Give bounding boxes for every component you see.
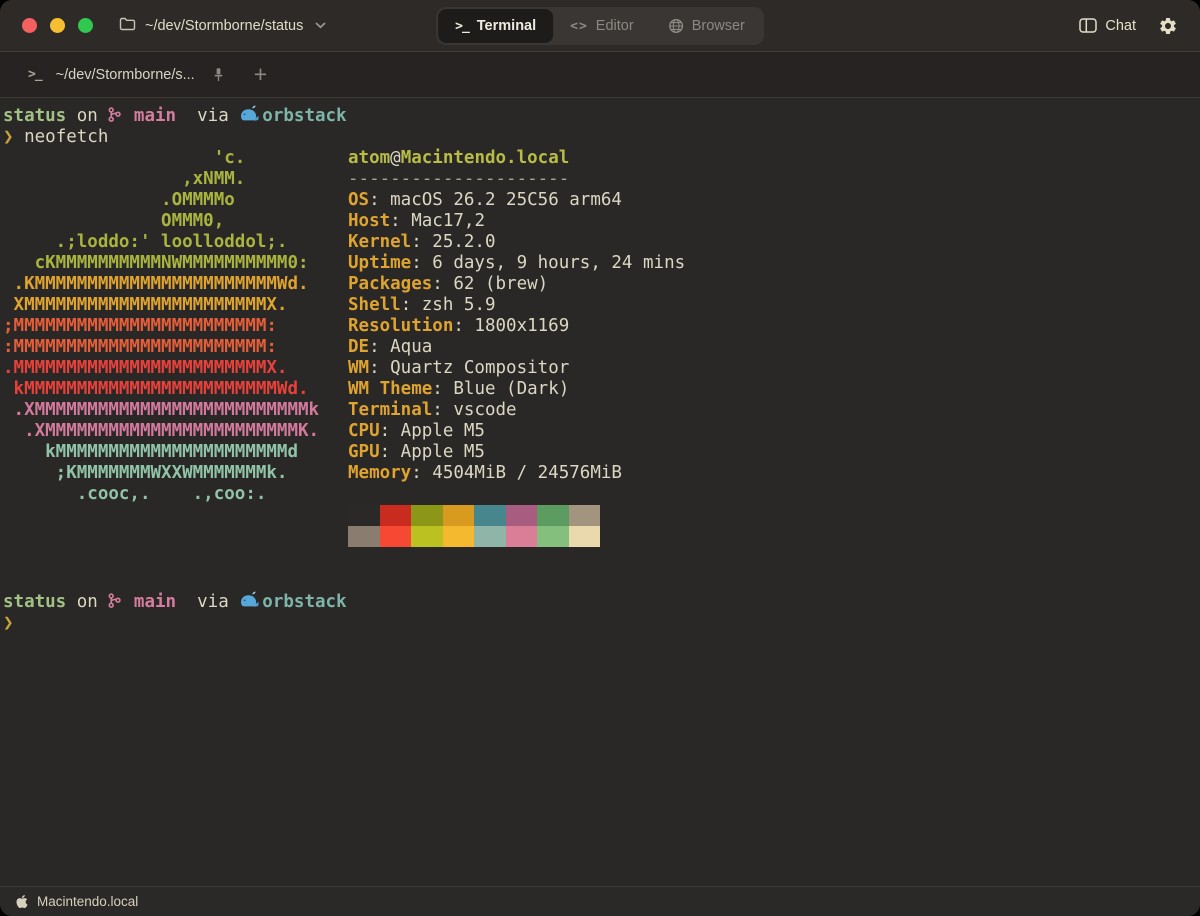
tab-browser-label: Browser	[692, 18, 745, 34]
new-tab-button[interactable]: +	[254, 63, 267, 86]
settings-button[interactable]	[1158, 16, 1178, 36]
globe-icon	[668, 18, 684, 34]
code-brackets-icon: <>	[570, 19, 588, 34]
view-switcher: >_ Terminal <> Editor Browser	[436, 7, 764, 45]
chat-button[interactable]: Chat	[1079, 18, 1136, 34]
tab-terminal-label: Terminal	[477, 18, 536, 34]
titlebar-actions: Chat	[1079, 16, 1200, 36]
side-panel-icon	[1079, 18, 1097, 33]
terminal-tab-title[interactable]: ~/dev/Stormborne/s...	[56, 67, 195, 83]
gear-icon	[1158, 16, 1178, 36]
statusbar-hostname: Macintendo.local	[37, 894, 138, 909]
terminal-content[interactable]: status on main via orbstack ❯ neofetch '…	[0, 98, 1200, 886]
window-controls	[0, 18, 93, 33]
tab-terminal[interactable]: >_ Terminal	[438, 9, 553, 43]
tab-browser[interactable]: Browser	[651, 9, 762, 43]
tab-editor[interactable]: <> Editor	[553, 9, 651, 43]
chat-button-label: Chat	[1105, 18, 1136, 34]
terminal-prompt-icon: >_	[28, 67, 42, 82]
close-button[interactable]	[22, 18, 37, 33]
pin-icon[interactable]	[213, 67, 224, 83]
apple-icon	[16, 894, 28, 909]
neofetch-ascii: 'c. ,xNMM. .OMMMMo OMMM0, .;loddo:' lool…	[3, 148, 348, 547]
terminal-window: ~/dev/Stormborne/status >_ Terminal <> E…	[0, 0, 1200, 916]
command-line: ❯ neofetch	[3, 127, 1200, 148]
neofetch-output: 'c. ,xNMM. .OMMMMo OMMM0, .;loddo:' lool…	[3, 148, 1200, 547]
prompt-line-2: status on main via orbstack	[3, 591, 1200, 613]
maximize-button[interactable]	[78, 18, 93, 33]
chevron-down-icon	[315, 22, 326, 29]
titlebar: ~/dev/Stormborne/status >_ Terminal <> E…	[0, 0, 1200, 52]
prompt-line-1: status on main via orbstack	[3, 105, 1200, 127]
cursor-line: ❯	[3, 613, 1200, 634]
working-directory-selector[interactable]: ~/dev/Stormborne/status	[119, 17, 326, 35]
working-directory-path: ~/dev/Stormborne/status	[145, 18, 303, 34]
minimize-button[interactable]	[50, 18, 65, 33]
folder-icon	[119, 17, 136, 35]
neofetch-info: atom@Macintendo.local ------------------…	[348, 148, 685, 547]
tab-editor-label: Editor	[596, 18, 634, 34]
terminal-tabstrip: >_ ~/dev/Stormborne/s... +	[0, 52, 1200, 98]
statusbar: Macintendo.local	[0, 886, 1200, 916]
terminal-prompt-icon: >_	[455, 19, 469, 34]
